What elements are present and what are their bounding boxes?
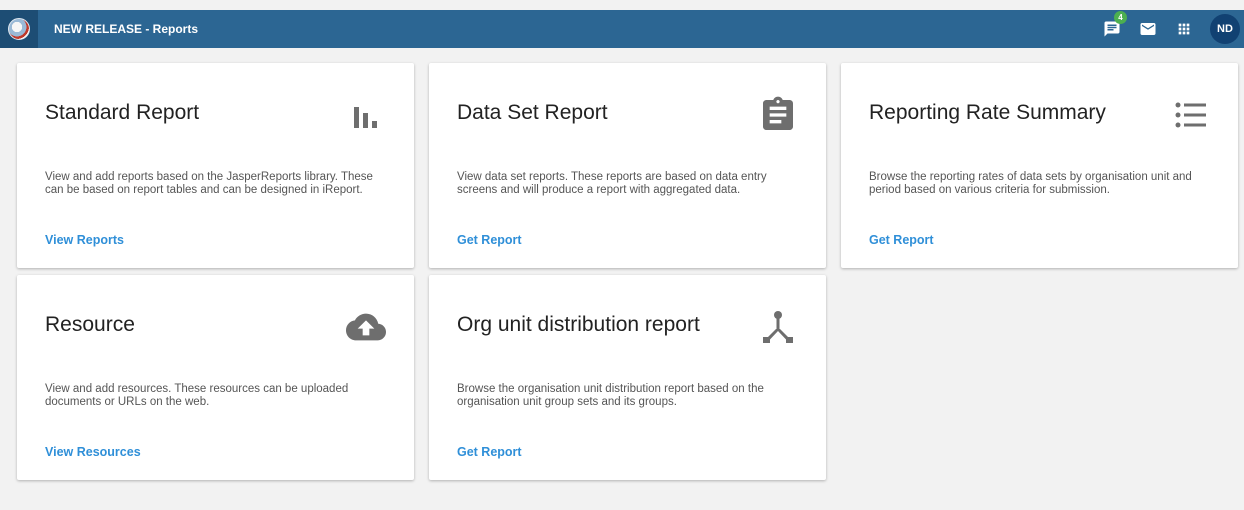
card-description: Browse the organisation unit distributio… xyxy=(457,383,764,408)
list-icon xyxy=(1175,102,1206,128)
card-title: Org unit distribution report xyxy=(457,313,700,336)
card-description: View and add reports based on the Jasper… xyxy=(45,171,373,196)
card-description: View data set reports. These reports are… xyxy=(457,171,767,196)
apps-grid-icon xyxy=(1178,23,1190,35)
get-report-link[interactable]: Get Report xyxy=(457,233,522,247)
card-standard-report: Standard Report View and add reports bas… xyxy=(17,63,414,268)
bar-chart-icon xyxy=(354,107,377,128)
card-title: Data Set Report xyxy=(457,101,608,124)
clipboard-icon xyxy=(763,96,793,130)
card-description: View and add resources. These resources … xyxy=(45,383,349,408)
get-report-link[interactable]: Get Report xyxy=(869,233,934,247)
mail-icon xyxy=(1140,23,1156,35)
app-title: NEW RELEASE - Reports xyxy=(54,22,199,36)
header-actions: 4 ND xyxy=(1094,10,1244,48)
view-resources-link[interactable]: View Resources xyxy=(45,445,141,459)
card-title: Standard Report xyxy=(45,101,200,124)
header-bar: NEW RELEASE - Reports 4 ND xyxy=(0,10,1244,48)
cloud-upload-icon xyxy=(346,313,386,341)
card-description: Browse the reporting rates of data sets … xyxy=(869,171,1192,196)
card-title: Resource xyxy=(45,313,135,336)
card-org-unit-distribution: Org unit distribution report Browse the … xyxy=(429,275,826,480)
logo-button[interactable] xyxy=(0,10,38,48)
mail-button[interactable] xyxy=(1130,10,1166,48)
view-reports-link[interactable]: View Reports xyxy=(45,233,124,247)
logo-icon xyxy=(8,18,30,40)
messages-button[interactable]: 4 xyxy=(1094,10,1130,48)
apps-button[interactable] xyxy=(1166,10,1202,48)
card-data-set-report: Data Set Report View data set reports. T… xyxy=(429,63,826,268)
card-reporting-rate-summary: Reporting Rate Summary Browse the report… xyxy=(841,63,1238,268)
org-tree-icon xyxy=(763,311,793,343)
messages-badge: 4 xyxy=(1114,11,1127,24)
get-report-link[interactable]: Get Report xyxy=(457,445,522,459)
card-title: Reporting Rate Summary xyxy=(869,101,1106,124)
user-avatar[interactable]: ND xyxy=(1210,14,1240,44)
card-resource: Resource View and add resources. These r… xyxy=(17,275,414,480)
